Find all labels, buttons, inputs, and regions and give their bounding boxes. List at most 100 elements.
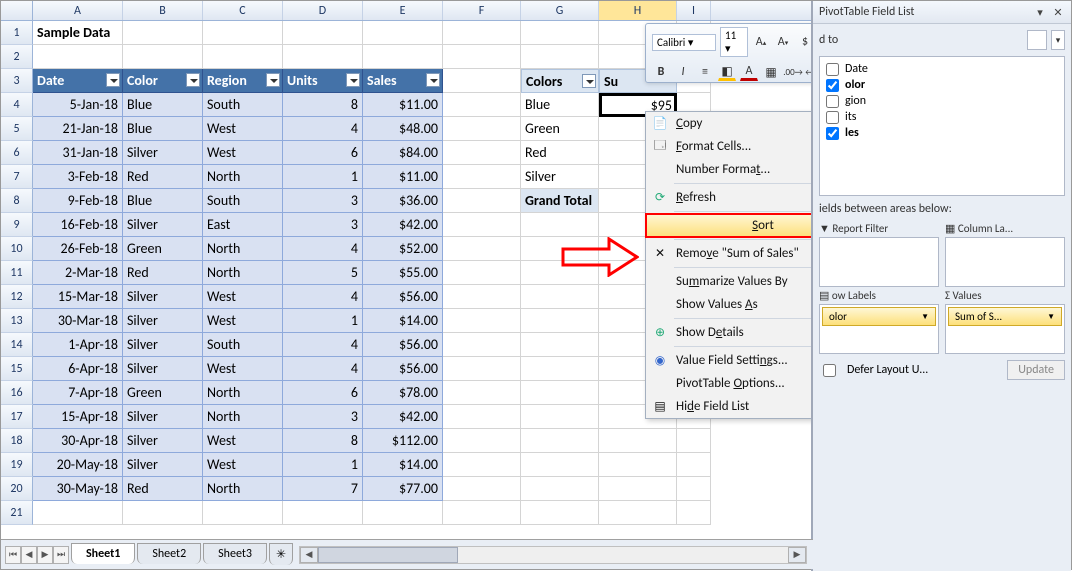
cell-H19[interactable] [599, 453, 677, 477]
field-0[interactable]: Date [824, 61, 1060, 77]
cell-A15[interactable]: 6-Apr-18 [33, 357, 123, 381]
row-9[interactable]: 9 [1, 213, 33, 237]
row-21[interactable]: 21 [1, 501, 33, 525]
cell-D11[interactable]: 5 [283, 261, 363, 285]
cell-A11[interactable]: 2-Mar-18 [33, 261, 123, 285]
row-7[interactable]: 7 [1, 165, 33, 189]
cell-C16[interactable]: North [203, 381, 283, 405]
cell-G7[interactable]: Silver [521, 165, 599, 189]
cell-A6[interactable]: 31-Jan-18 [33, 141, 123, 165]
sheet-tab-sheet3[interactable]: Sheet3 [203, 543, 267, 564]
cell-C21[interactable] [203, 501, 283, 525]
cell-C4[interactable]: South [203, 93, 283, 117]
cell-I19[interactable] [677, 453, 711, 477]
cell-G4[interactable]: Blue [521, 93, 599, 117]
cell-A19[interactable]: 20-May-18 [33, 453, 123, 477]
cell-E17[interactable]: $42.00 [363, 405, 443, 429]
cell-B17[interactable]: Silver [123, 405, 203, 429]
field-2[interactable]: gion [824, 93, 1060, 109]
cell-E15[interactable]: $56.00 [363, 357, 443, 381]
cell-A3[interactable]: Date [33, 69, 123, 93]
last-sheet-button[interactable]: ⏭ [53, 546, 69, 564]
cell-G1[interactable] [521, 21, 599, 45]
cell-D12[interactable]: 4 [283, 285, 363, 309]
cell-E5[interactable]: $48.00 [363, 117, 443, 141]
cell-D9[interactable]: 3 [283, 213, 363, 237]
value-field-sum-of-sales[interactable]: Sum of S...▼ [948, 307, 1062, 326]
field-checkbox[interactable] [826, 95, 839, 108]
col-E[interactable]: E [363, 1, 443, 20]
cell-C3[interactable]: Region [203, 69, 283, 93]
cell-G19[interactable] [521, 453, 599, 477]
cell-F8[interactable] [443, 189, 521, 213]
cell-C7[interactable]: North [203, 165, 283, 189]
cell-F9[interactable] [443, 213, 521, 237]
cell-B18[interactable]: Silver [123, 429, 203, 453]
cell-A5[interactable]: 21-Jan-18 [33, 117, 123, 141]
filter-dropdown-icon[interactable] [426, 73, 440, 87]
next-sheet-button[interactable]: ▶ [37, 546, 53, 564]
cell-A16[interactable]: 7-Apr-18 [33, 381, 123, 405]
font-size-select[interactable]: 11 ▾ [720, 27, 748, 57]
cell-F15[interactable] [443, 357, 521, 381]
cell-B8[interactable]: Blue [123, 189, 203, 213]
row-1[interactable]: 1 [1, 21, 33, 45]
layout-mode-button[interactable] [1027, 30, 1047, 50]
cell-G2[interactable] [521, 45, 599, 69]
cell-B10[interactable]: Green [123, 237, 203, 261]
row-12[interactable]: 12 [1, 285, 33, 309]
insert-sheet-button[interactable]: ✳ [269, 543, 293, 565]
cell-A18[interactable]: 30-Apr-18 [33, 429, 123, 453]
row-15[interactable]: 15 [1, 357, 33, 381]
cell-D20[interactable]: 7 [283, 477, 363, 501]
cell-B20[interactable]: Red [123, 477, 203, 501]
cell-B21[interactable] [123, 501, 203, 525]
row-16[interactable]: 16 [1, 381, 33, 405]
cell-A7[interactable]: 3-Feb-18 [33, 165, 123, 189]
col-A[interactable]: A [33, 1, 123, 20]
cell-F6[interactable] [443, 141, 521, 165]
row-14[interactable]: 14 [1, 333, 33, 357]
cell-F11[interactable] [443, 261, 521, 285]
cell-C18[interactable]: West [203, 429, 283, 453]
cell-F10[interactable] [443, 237, 521, 261]
cell-A8[interactable]: 9-Feb-18 [33, 189, 123, 213]
chevron-down-icon[interactable]: ▼ [921, 312, 929, 322]
cell-G13[interactable] [521, 309, 599, 333]
col-C[interactable]: C [203, 1, 283, 20]
row-labels-area[interactable]: olor▼ [819, 304, 939, 354]
cell-F3[interactable] [443, 69, 521, 93]
cell-D16[interactable]: 6 [283, 381, 363, 405]
cell-E10[interactable]: $52.00 [363, 237, 443, 261]
cell-B5[interactable]: Blue [123, 117, 203, 141]
cell-G18[interactable] [521, 429, 599, 453]
filter-dropdown-icon[interactable] [186, 73, 200, 87]
cell-D17[interactable]: 3 [283, 405, 363, 429]
cell-A13[interactable]: 30-Mar-18 [33, 309, 123, 333]
cell-B2[interactable] [123, 45, 203, 69]
cell-D10[interactable]: 4 [283, 237, 363, 261]
column-labels-area[interactable] [945, 237, 1065, 287]
cell-D5[interactable]: 4 [283, 117, 363, 141]
select-all-corner[interactable] [1, 1, 33, 20]
row-2[interactable]: 2 [1, 45, 33, 69]
row-17[interactable]: 17 [1, 405, 33, 429]
cell-A17[interactable]: 15-Apr-18 [33, 405, 123, 429]
cell-C10[interactable]: North [203, 237, 283, 261]
cell-C2[interactable] [203, 45, 283, 69]
scroll-right-button[interactable]: ▶ [788, 547, 806, 563]
cell-E9[interactable]: $42.00 [363, 213, 443, 237]
cell-B7[interactable]: Red [123, 165, 203, 189]
cell-D13[interactable]: 1 [283, 309, 363, 333]
italic-icon[interactable]: I [674, 63, 692, 81]
cell-C5[interactable]: West [203, 117, 283, 141]
cell-E6[interactable]: $84.00 [363, 141, 443, 165]
bold-icon[interactable]: B [652, 63, 670, 81]
cell-A12[interactable]: 15-Mar-18 [33, 285, 123, 309]
cell-F16[interactable] [443, 381, 521, 405]
cell-F20[interactable] [443, 477, 521, 501]
cell-A21[interactable] [33, 501, 123, 525]
font-name-select[interactable]: Calibri ▾ [652, 34, 716, 51]
cell-D3[interactable]: Units [283, 69, 363, 93]
cell-B11[interactable]: Red [123, 261, 203, 285]
